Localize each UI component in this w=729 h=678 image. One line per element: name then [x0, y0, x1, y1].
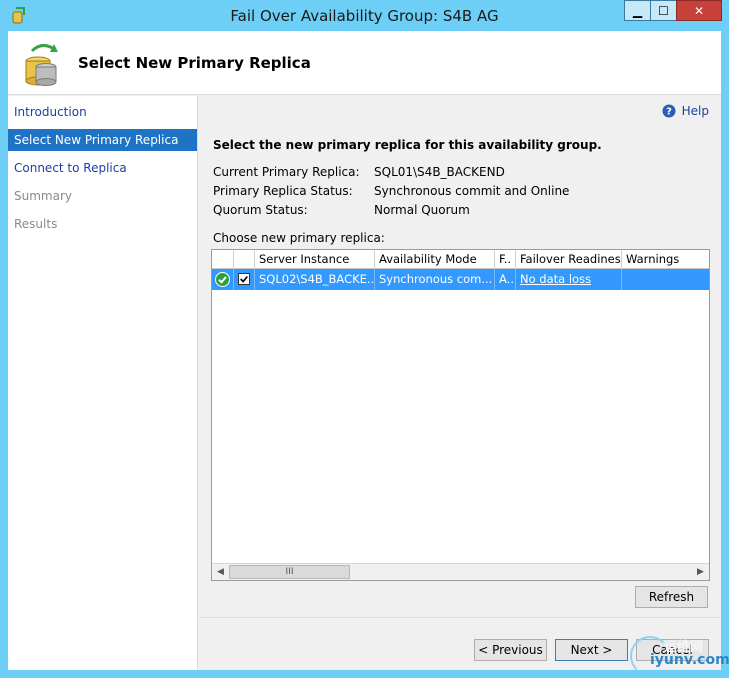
cell-server-instance: SQL02\S4B_BACKE... [255, 269, 375, 290]
window-title: Fail Over Availability Group: S4B AG [230, 7, 499, 25]
help-icon: ? [662, 104, 676, 118]
column-header-server-instance[interactable]: Server Instance [255, 250, 375, 269]
cell-failover-readiness[interactable]: No data loss [516, 269, 622, 290]
info-label-current-primary: Current Primary Replica: [213, 165, 360, 179]
nav-item-results: Results [14, 217, 58, 231]
watermark: 运维网 iyunv.com [630, 634, 729, 676]
instruction-text: Select the new primary replica for this … [213, 138, 602, 152]
page-header: Select New Primary Replica [8, 31, 721, 95]
horizontal-scrollbar[interactable]: ◀ III ▶ [212, 563, 709, 580]
next-button[interactable]: Next > [555, 639, 628, 661]
cell-availability-mode: Synchronous com... [375, 269, 495, 290]
info-label-quorum-status: Quorum Status: [213, 203, 308, 217]
cell-warnings [622, 269, 709, 290]
table-row[interactable]: SQL02\S4B_BACKE... Synchronous com... A.… [212, 269, 709, 290]
info-value-current-primary: SQL01\S4B_BACKEND [374, 165, 505, 179]
column-header-select[interactable] [234, 250, 255, 269]
title-bar[interactable]: Fail Over Availability Group: S4B AG ▁ ☐… [0, 0, 729, 31]
column-header-failover-readiness[interactable]: Failover Readiness [516, 250, 622, 269]
scroll-left-icon[interactable]: ◀ [212, 564, 229, 580]
main-panel: ? Help Select the new primary replica fo… [199, 96, 721, 616]
page-title: Select New Primary Replica [78, 54, 311, 72]
close-button[interactable]: ✕ [676, 0, 722, 21]
checkbox-checked-icon[interactable] [238, 273, 250, 285]
nav-item-connect-to-replica[interactable]: Connect to Replica [8, 157, 197, 179]
row-status-cell [212, 269, 234, 290]
ok-check-icon [215, 272, 230, 287]
row-select-cell[interactable] [234, 269, 255, 290]
wizard-nav: Introduction Select New Primary Replica … [8, 96, 198, 670]
replica-grid[interactable]: Server Instance Availability Mode F.. Fa… [211, 249, 710, 581]
info-value-replica-status: Synchronous commit and Online [374, 184, 570, 198]
scroll-right-icon[interactable]: ▶ [692, 564, 709, 580]
choose-replica-label: Choose new primary replica: [213, 231, 385, 245]
column-header-warnings[interactable]: Warnings [622, 250, 709, 269]
nav-item-introduction[interactable]: Introduction [8, 101, 197, 123]
cell-failover-mode: A... [495, 269, 516, 290]
refresh-button[interactable]: Refresh [635, 586, 708, 608]
watermark-bottom-text: iyunv.com [650, 652, 729, 668]
maximize-button[interactable]: ☐ [650, 0, 677, 21]
info-label-replica-status: Primary Replica Status: [213, 184, 353, 198]
minimize-button[interactable]: ▁ [624, 0, 651, 21]
dialog-client-area: Select New Primary Replica Introduction … [8, 31, 721, 670]
nav-item-select-new-primary-replica[interactable]: Select New Primary Replica [8, 129, 197, 151]
info-value-quorum-status: Normal Quorum [374, 203, 470, 217]
column-header-availability-mode[interactable]: Availability Mode [375, 250, 495, 269]
dialog-window: Fail Over Availability Group: S4B AG ▁ ☐… [0, 0, 729, 678]
svg-text:?: ? [666, 107, 672, 118]
column-header-status[interactable] [212, 250, 234, 269]
failover-readiness-link[interactable]: No data loss [520, 272, 591, 286]
previous-button[interactable]: < Previous [474, 639, 547, 661]
database-sync-icon [25, 44, 58, 86]
nav-item-summary: Summary [14, 189, 72, 203]
help-label[interactable]: Help [682, 104, 709, 118]
scroll-thumb[interactable]: III [229, 565, 350, 579]
column-header-failover-mode[interactable]: F.. [495, 250, 516, 269]
help-link[interactable]: ? Help [662, 104, 709, 118]
grid-header: Server Instance Availability Mode F.. Fa… [212, 250, 709, 269]
